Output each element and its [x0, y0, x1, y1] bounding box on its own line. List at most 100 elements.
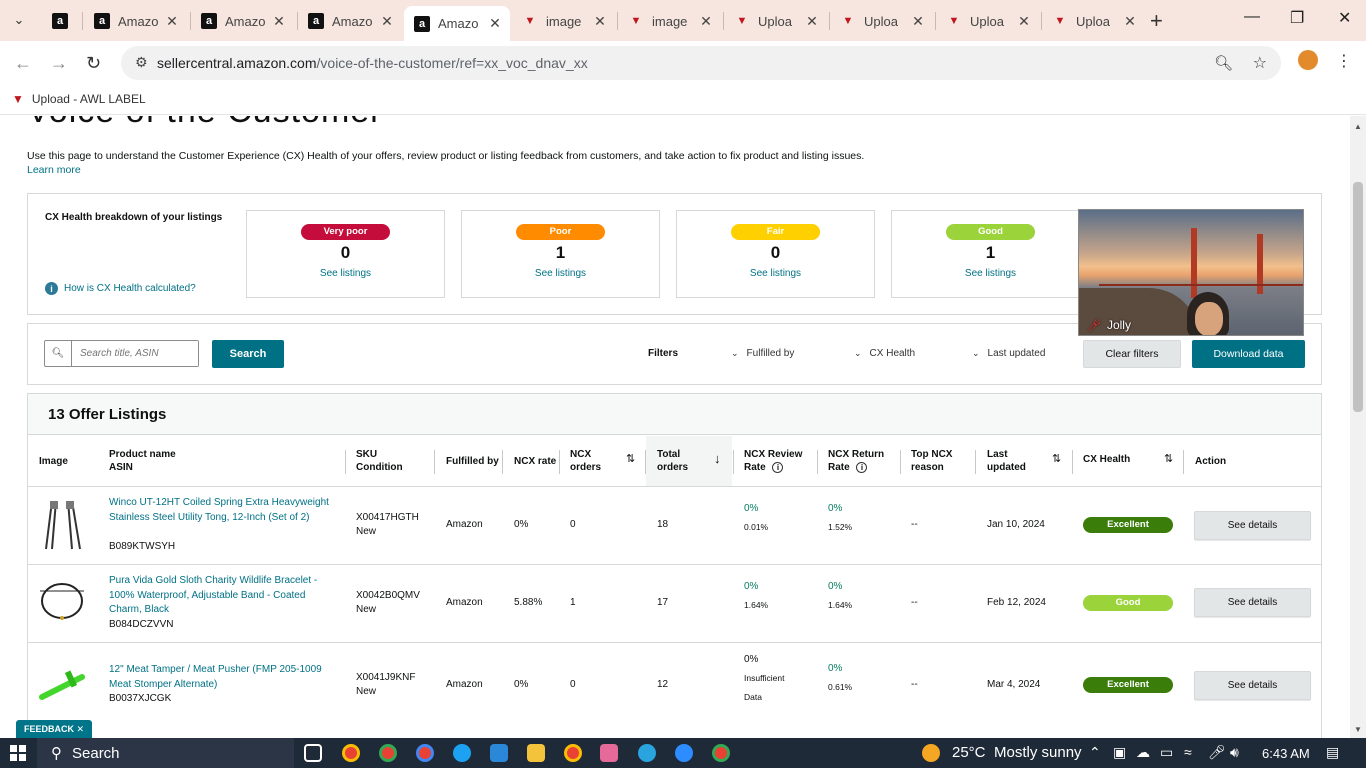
clear-filters-button[interactable]: Clear filters [1083, 340, 1181, 368]
video-call-overlay[interactable]: 🎤︎ Jolly [1078, 209, 1304, 336]
cx-health-help-link[interactable]: i How is CX Health calculated? [45, 282, 196, 295]
onedrive-icon[interactable]: ☁ [1136, 744, 1150, 761]
minimize-button[interactable]: — [1244, 8, 1260, 26]
close-icon[interactable]: ✕ [803, 13, 821, 30]
product-name-link[interactable]: Pura Vida Gold Sloth Charity Wildlife Br… [109, 574, 334, 618]
tab-amazon-active[interactable]: a Amazo ✕ [404, 6, 510, 41]
slack-icon[interactable] [600, 744, 618, 762]
forward-arrow-icon[interactable]: → [50, 53, 68, 74]
tab-amazon-1[interactable]: a Amazo ✕ [84, 6, 187, 36]
weather-temp[interactable]: 25°C [952, 744, 986, 761]
new-tab-button[interactable]: + [1150, 8, 1163, 34]
col-last-updated[interactable]: Last updated [987, 436, 1026, 486]
search-button[interactable]: Search [212, 340, 284, 368]
back-arrow-icon[interactable]: ← [14, 53, 32, 74]
chrome-icon[interactable] [712, 744, 730, 762]
close-icon[interactable]: ✕ [270, 13, 288, 30]
tab-amazon-2[interactable]: a Amazo ✕ [191, 6, 294, 36]
close-icon[interactable]: ✕ [378, 13, 396, 30]
windows-start-icon[interactable] [10, 745, 26, 761]
tray-chevron-up-icon[interactable]: ⌃ [1089, 744, 1101, 761]
weather-text[interactable]: Mostly sunny [994, 744, 1082, 761]
col-total-orders[interactable]: Total orders [657, 436, 688, 486]
file-explorer-icon[interactable] [527, 744, 545, 762]
filter-last-updated[interactable]: ⌄ Last updated [972, 348, 1045, 359]
product-image-meat-tamper[interactable] [38, 657, 86, 713]
meet-now-icon[interactable]: ▣ [1113, 744, 1126, 761]
col-ncx-orders[interactable]: NCX orders [570, 436, 601, 486]
see-listings-link[interactable]: See listings [892, 268, 1089, 279]
sort-icon[interactable]: ⇅ [1164, 452, 1173, 465]
tab-upload-4[interactable]: ▼ Uploa ✕ [1042, 6, 1145, 36]
filter-cx-health[interactable]: ⌄ CX Health [854, 348, 915, 359]
tab-amazon-pinned[interactable]: a [44, 6, 78, 36]
col-sku[interactable]: SKU Condition [356, 436, 403, 486]
col-ncx-return-rate[interactable]: NCX Return Rate i [828, 436, 884, 486]
tab-search-dropdown[interactable]: ⌄ [6, 8, 32, 32]
zoom-icon[interactable] [675, 744, 693, 762]
tab-upload-2[interactable]: ▼ Uploa ✕ [830, 6, 933, 36]
product-image-tongs[interactable] [38, 497, 86, 553]
product-name-link[interactable]: Winco UT-12HT Coiled Spring Extra Heavyw… [109, 496, 334, 525]
close-icon[interactable]: ✕ [163, 13, 181, 30]
restore-button[interactable]: ❐ [1290, 8, 1304, 28]
volume-icon[interactable]: 🔊︎ [1230, 744, 1239, 761]
reload-icon[interactable]: ↻ [86, 53, 101, 74]
store-icon[interactable] [490, 744, 508, 762]
chrome-icon[interactable] [342, 744, 360, 762]
close-icon[interactable]: ✕ [1015, 13, 1033, 30]
see-details-button[interactable]: See details [1194, 588, 1311, 617]
tab-image-1[interactable]: ▼ image ✕ [512, 6, 615, 36]
tab-image-2[interactable]: ▼ image ✕ [618, 6, 721, 36]
col-ncx-review-rate[interactable]: NCX Review Rate i [744, 436, 802, 486]
bookmark-star-icon[interactable]: ☆ [1253, 53, 1267, 73]
microphone-icon[interactable]: 🎤︎ [1208, 744, 1226, 761]
battery-icon[interactable]: ▭ [1160, 744, 1173, 761]
close-icon[interactable]: ✕ [697, 13, 715, 30]
col-product-name[interactable]: Product name ASIN [109, 436, 176, 486]
close-icon[interactable]: ✕ [486, 15, 504, 32]
col-fulfilled-by[interactable]: Fulfilled by [446, 436, 499, 486]
close-icon[interactable]: ✕ [909, 13, 927, 30]
col-ncx-rate[interactable]: NCX rate [514, 436, 556, 486]
see-listings-link[interactable]: See listings [462, 268, 659, 279]
search-input[interactable] [72, 341, 198, 366]
edge-icon[interactable] [453, 744, 471, 762]
info-icon[interactable]: i [856, 462, 868, 473]
info-icon[interactable]: i [772, 462, 784, 473]
close-icon[interactable]: ✕ [591, 13, 609, 30]
tab-upload-3[interactable]: ▼ Uploa ✕ [936, 6, 1039, 36]
sort-icon[interactable]: ⇅ [626, 452, 635, 465]
col-top-ncx-reason[interactable]: Top NCX reason [911, 436, 952, 486]
clock-time[interactable]: 6:43 AM [1262, 746, 1310, 761]
scroll-thumb[interactable] [1353, 182, 1363, 412]
chrome-icon[interactable] [379, 744, 397, 762]
scroll-up-icon[interactable]: ▲ [1354, 122, 1362, 131]
site-settings-icon[interactable]: ⚙ [135, 54, 148, 71]
product-image-bracelet[interactable] [38, 577, 86, 633]
close-icon[interactable]: ✕ [1121, 13, 1139, 30]
filter-fulfilled-by[interactable]: ⌄ Fulfilled by [731, 348, 794, 359]
scroll-down-icon[interactable]: ▼ [1354, 725, 1362, 734]
more-menu-icon[interactable]: ⋮ [1336, 51, 1352, 71]
page-scrollbar[interactable]: ▲ ▼ [1350, 116, 1366, 738]
product-name-link[interactable]: 12" Meat Tamper / Meat Pusher (FMP 205-1… [109, 663, 334, 692]
see-details-button[interactable]: See details [1194, 511, 1311, 540]
bookmark-upload-awl[interactable]: ▼ Upload - AWL LABEL [12, 92, 146, 106]
learn-more-link[interactable]: Learn more [27, 164, 81, 176]
feedback-tab[interactable]: FEEDBACK ✕ [16, 720, 93, 738]
sort-icon[interactable]: ⇅ [1052, 452, 1061, 465]
tab-upload-1[interactable]: ▼ Uploa ✕ [724, 6, 827, 36]
chrome-icon[interactable] [564, 744, 582, 762]
task-view-icon[interactable] [304, 744, 322, 762]
download-data-button[interactable]: Download data [1192, 340, 1305, 368]
wifi-icon[interactable]: ≈ [1184, 744, 1192, 760]
close-icon[interactable]: ✕ [77, 724, 85, 735]
profile-avatar[interactable] [1298, 50, 1318, 70]
col-cx-health[interactable]: CX Health [1083, 436, 1130, 486]
taskbar-search[interactable]: ⚲ Search [37, 738, 294, 768]
tab-amazon-3[interactable]: a Amazo ✕ [298, 6, 402, 36]
see-details-button[interactable]: See details [1194, 671, 1311, 700]
see-listings-link[interactable]: See listings [247, 268, 444, 279]
notifications-icon[interactable]: ▤ [1326, 744, 1339, 761]
